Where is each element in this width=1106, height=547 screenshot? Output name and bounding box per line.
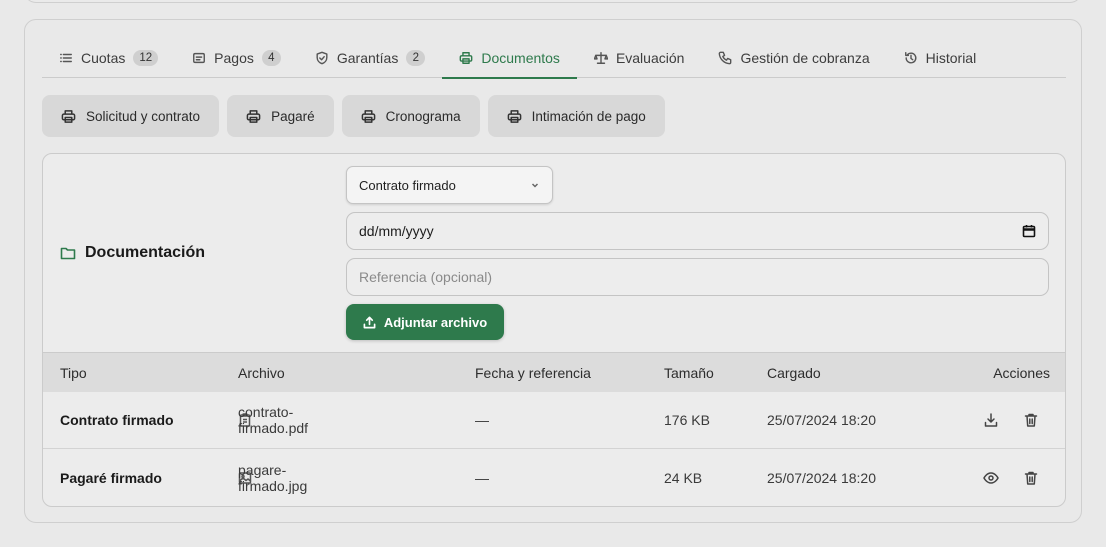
download-icon [984,413,998,427]
column-header-archivo: Archivo [238,364,285,381]
cell-tipo: Contrato firmado [60,412,174,428]
cell-tamano: 24 KB [664,469,703,486]
tab-pagos[interactable]: Pagos 4 [175,37,298,78]
table-header: Tipo Archivo Fecha y referencia Tamaño C… [43,352,1065,392]
column-header-tamano: Tamaño [664,364,714,381]
printer-icon [61,109,76,123]
tab-garantias[interactable]: Garantías 2 [298,37,442,78]
trash-icon [1024,413,1038,427]
select-value: Contrato firmado [359,177,456,193]
documentation-panel: Documentación Contrato firmado dd/mm/yyy… [42,153,1066,507]
previous-card [24,0,1082,3]
printer-icon [246,109,261,123]
delete-button[interactable] [1023,412,1039,428]
tab-label: Cuotas [81,49,126,66]
button-label: Cronograma [385,108,461,124]
document-type-select[interactable]: Contrato firmado [346,166,553,204]
cell-archivo[interactable]: pagare-firmado.jpg [238,462,307,494]
button-label: Adjuntar archivo [383,314,488,330]
tab-label: Evaluación [615,49,685,66]
tab-label: Gestión de cobranza [740,49,870,66]
cell-tamano: 176 KB [664,412,710,428]
cell-cargado: 25/07/2024 18:20 [767,469,876,486]
upload-icon [363,316,376,328]
section-title: Documentación [60,244,205,262]
date-input[interactable]: dd/mm/yyyy [346,212,1049,250]
scale-icon [593,51,608,64]
tab-label: Documentos [481,49,560,66]
column-header-tipo: Tipo [60,364,87,381]
download-button[interactable] [983,412,999,428]
print-button-group: Solicitud y contrato Pagaré Cronograma I… [42,95,665,137]
reference-input[interactable]: Referencia (opcional) [346,258,1049,296]
folder-icon [60,247,76,260]
tab-documentos[interactable]: Documentos [442,37,577,79]
printer-icon [361,109,375,123]
loan-detail-card: Cuotas 12 Pagos 4 Garantías 2 Documentos… [24,19,1082,523]
shield-icon [316,51,328,64]
count-badge: 4 [261,49,281,66]
tab-bar: Cuotas 12 Pagos 4 Garantías 2 Documentos… [42,37,1066,79]
cell-tipo: Pagaré firmado [60,469,162,486]
date-placeholder: dd/mm/yyyy [359,223,434,239]
table-row: Contrato firmado contrato-firmado.pdf — … [43,392,1065,449]
eye-icon [983,471,999,484]
button-label: Intimación de pago [531,108,646,124]
tab-gestion-cobranza[interactable]: Gestión de cobranza [701,37,886,78]
reference-placeholder: Referencia (opcional) [359,269,493,285]
calendar-icon[interactable] [1022,224,1036,238]
attach-file-button[interactable]: Adjuntar archivo [346,304,504,340]
column-header-fecha: Fecha y referencia [475,364,591,381]
trash-icon [1024,471,1038,485]
column-header-cargado: Cargado [767,364,821,381]
tab-label: Historial [925,49,977,66]
section-title-text: Documentación [85,244,206,261]
print-solicitud-button[interactable]: Solicitud y contrato [42,95,220,137]
print-pagare-button[interactable]: Pagaré [227,95,334,137]
count-badge: 2 [406,49,426,66]
tab-evaluacion[interactable]: Evaluación [577,37,702,78]
cell-fecha: — [475,469,489,486]
cell-cargado: 25/07/2024 18:20 [767,412,876,428]
chevron-down-icon [531,183,539,188]
history-icon [904,51,917,63]
button-label: Pagaré [271,108,315,124]
cell-fecha: — [475,412,489,428]
list-icon [60,53,72,62]
cell-archivo[interactable]: contrato-firmado.pdf [238,404,308,436]
printer-icon [507,109,521,123]
file-name: pagare-firmado.jpg [238,461,308,494]
tab-label: Garantías [336,49,399,66]
button-label: Solicitud y contrato [86,108,201,124]
file-name: contrato-firmado.pdf [238,404,309,436]
column-header-acciones: Acciones [993,364,1050,381]
view-button[interactable] [983,470,999,486]
printer-icon [459,51,473,64]
count-badge: 12 [133,49,159,66]
tab-cuotas[interactable]: Cuotas 12 [42,37,175,78]
print-cronograma-button[interactable]: Cronograma [341,95,480,137]
tab-label: Pagos [214,49,254,66]
delete-button[interactable] [1023,470,1039,486]
phone-icon [719,51,732,64]
tab-historial[interactable]: Historial [887,37,994,78]
print-intimacion-button[interactable]: Intimación de pago [487,95,665,137]
table-row: Pagaré firmado pagare-firmado.jpg — 24 K… [43,449,1065,506]
receipt-icon [193,52,206,63]
